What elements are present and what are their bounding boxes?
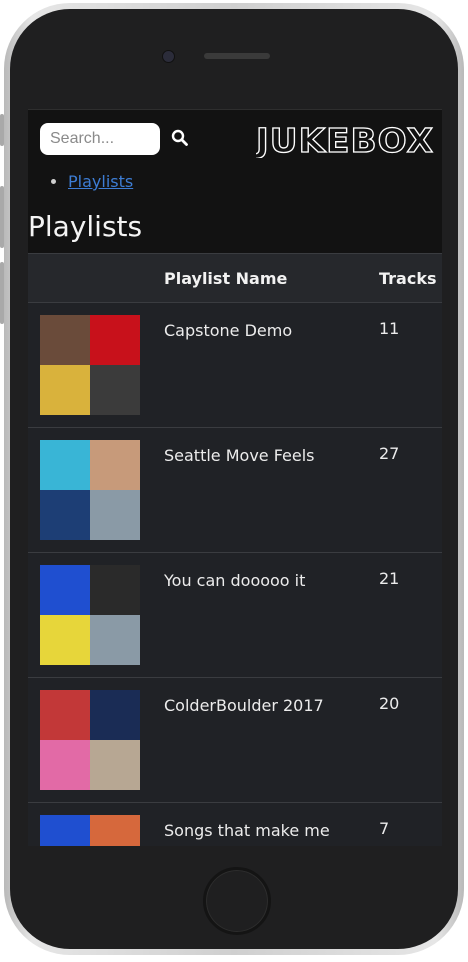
album-art bbox=[90, 565, 140, 615]
front-camera bbox=[162, 50, 175, 63]
mute-switch bbox=[0, 114, 4, 146]
track-count: 11 bbox=[379, 319, 400, 338]
album-art bbox=[40, 690, 90, 740]
svg-text:JUKEBOX: JUKEBOX bbox=[256, 121, 434, 158]
volume-up-button bbox=[0, 186, 4, 248]
album-art bbox=[90, 740, 140, 790]
table-row[interactable]: Songs that make me think of Home 7 bbox=[28, 803, 442, 846]
playlist-cover[interactable] bbox=[40, 440, 140, 540]
album-art bbox=[40, 315, 90, 365]
album-art bbox=[40, 740, 90, 790]
album-art bbox=[90, 365, 140, 415]
playlist-name[interactable]: Songs that make me think of Home bbox=[164, 819, 364, 846]
page-title: Playlists bbox=[28, 210, 143, 243]
playlist-cover[interactable] bbox=[40, 315, 140, 415]
search-input[interactable] bbox=[40, 123, 160, 155]
album-art bbox=[40, 815, 90, 846]
home-button[interactable] bbox=[203, 867, 271, 935]
track-count: 20 bbox=[379, 694, 400, 713]
column-header-playlist-name: Playlist Name bbox=[164, 269, 288, 288]
playlist-cover[interactable] bbox=[40, 690, 140, 790]
album-art bbox=[40, 615, 90, 665]
table-row[interactable]: Seattle Move Feels 27 bbox=[28, 428, 442, 553]
album-art bbox=[40, 440, 90, 490]
album-art bbox=[90, 440, 140, 490]
search-icon[interactable] bbox=[171, 129, 189, 147]
breadcrumb: Playlists bbox=[50, 172, 133, 191]
table-header: Playlist Name Tracks bbox=[28, 253, 442, 303]
album-art bbox=[90, 690, 140, 740]
track-count: 21 bbox=[379, 569, 400, 588]
playlist-name[interactable]: You can dooooo it bbox=[164, 569, 364, 593]
playlist-cover[interactable] bbox=[40, 565, 140, 665]
breadcrumb-link-playlists[interactable]: Playlists bbox=[68, 172, 133, 191]
track-count: 27 bbox=[379, 444, 400, 463]
header: JUKEBOX Playlists Playlists bbox=[28, 109, 442, 254]
column-header-tracks: Tracks bbox=[379, 269, 437, 288]
app-screen: JUKEBOX Playlists Playlists Playlist Nam… bbox=[28, 109, 442, 846]
playlist-name[interactable]: ColderBoulder 2017 bbox=[164, 694, 364, 718]
album-art bbox=[40, 365, 90, 415]
album-art bbox=[40, 565, 90, 615]
track-count: 7 bbox=[379, 819, 390, 838]
table-row[interactable]: Capstone Demo 11 bbox=[28, 303, 442, 428]
jukebox-logo[interactable]: JUKEBOX bbox=[256, 118, 436, 158]
breadcrumb-item: Playlists bbox=[68, 172, 133, 191]
playlist-name[interactable]: Seattle Move Feels bbox=[164, 444, 364, 468]
album-art bbox=[90, 815, 140, 846]
album-art bbox=[40, 490, 90, 540]
album-art bbox=[90, 615, 140, 665]
table-row[interactable]: You can dooooo it 21 bbox=[28, 553, 442, 678]
album-art bbox=[90, 315, 140, 365]
album-art bbox=[90, 490, 140, 540]
table-row[interactable]: ColderBoulder 2017 20 bbox=[28, 678, 442, 803]
earpiece-speaker bbox=[204, 53, 270, 59]
playlist-cover[interactable] bbox=[40, 815, 140, 846]
playlist-name[interactable]: Capstone Demo bbox=[164, 319, 364, 343]
volume-down-button bbox=[0, 262, 4, 324]
